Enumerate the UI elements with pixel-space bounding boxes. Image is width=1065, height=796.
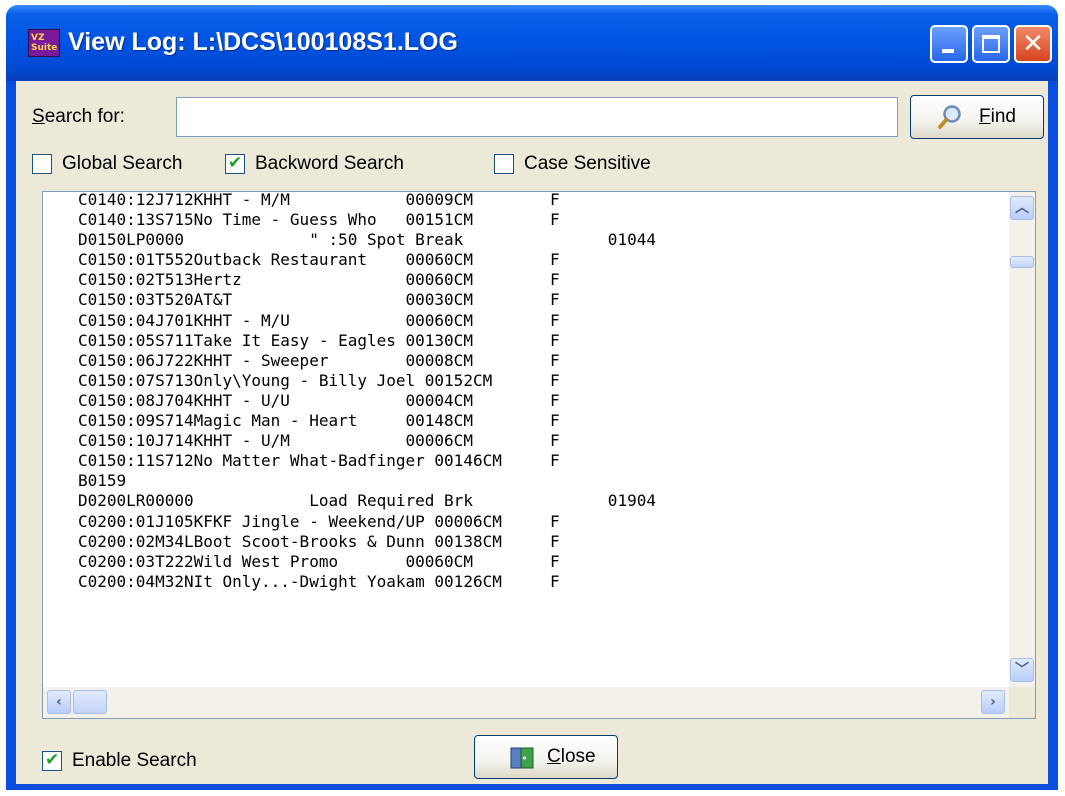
log-line: D0150LP0000 " :50 Spot Break 01044: [78, 230, 656, 250]
log-line: C0150:10J714KHHT - U/M 00006CM F: [78, 431, 560, 451]
log-line: C0150:06J722KHHT - Sweeper 00008CM F: [78, 350, 560, 370]
close-icon: ✕: [1022, 29, 1044, 59]
enable-search-checkbox[interactable]: ✔: [42, 750, 62, 771]
log-line: C0200:01J105KFKF Jingle - Weekend/UP 000…: [78, 511, 560, 531]
log-line: C0150:01T552Outback Restaurant 00060CM F: [78, 250, 560, 270]
minimize-icon: [942, 49, 954, 53]
scroll-right-button[interactable]: ›: [981, 690, 1005, 714]
log-line: C0150:09S714Magic Man - Heart 00148CM F: [78, 411, 560, 431]
log-line: C0200:02M34LBoot Scoot-Brooks & Dunn 001…: [78, 531, 560, 551]
chevron-right-icon: ›: [990, 694, 996, 710]
dialog-body: Search for: Find Global Search ✔ Backwor…: [16, 81, 1048, 784]
find-button-label: Find: [979, 106, 1016, 127]
horizontal-scrollbar[interactable]: ‹ ›: [43, 687, 1009, 718]
window-title: View Log: L:\DCS\100108S1.LOG: [68, 28, 458, 56]
log-line: C0200:03T222Wild West Promo 00060CM F: [78, 551, 560, 571]
log-line: C0150:04J701KHHT - M/U 00060CM F: [78, 310, 560, 330]
backword-search-label: Backword Search: [255, 153, 404, 174]
search-for-label: Search for:: [32, 106, 125, 127]
maximize-icon: [982, 35, 1000, 53]
enable-search-label: Enable Search: [72, 750, 197, 771]
title-bar[interactable]: VZ Suite View Log: L:\DCS\100108S1.LOG ✕: [6, 5, 1058, 81]
log-line: C0150:08J704KHHT - U/U 00004CM F: [78, 390, 560, 410]
checkmark-icon: ✔: [228, 153, 243, 173]
chevron-left-icon: ‹: [56, 694, 62, 710]
log-line: C0150:02T513Hertz 00060CM F: [78, 270, 560, 290]
horizontal-scroll-thumb[interactable]: [73, 690, 107, 714]
door-exit-icon: [510, 747, 534, 769]
global-search-checkbox[interactable]: [32, 154, 52, 174]
log-line: C0150:03T520AT&T 00030CM F: [78, 290, 560, 310]
maximize-button[interactable]: [972, 25, 1010, 63]
log-line: C0150:11S712No Matter What-Badfinger 001…: [78, 451, 560, 471]
minimize-button[interactable]: [930, 25, 968, 63]
log-line: D0200LR00000 Load Required Brk 01904: [78, 491, 656, 511]
log-line: C0150:05S711Take It Easy - Eagles 00130C…: [78, 330, 560, 350]
checkmark-icon: ✔: [45, 750, 60, 770]
log-lines: C0140:12J712KHHT - M/M 00009CM F C0140:13…: [78, 191, 656, 592]
backword-search-checkbox[interactable]: ✔: [225, 153, 245, 174]
case-sensitive-checkbox[interactable]: [494, 154, 514, 174]
vertical-scrollbar[interactable]: ︿ ﹀: [1009, 192, 1035, 687]
scrollbar-corner: [1009, 687, 1035, 718]
log-line: C0140:13S715No Time - Guess Who 00151CM …: [78, 210, 560, 230]
view-log-window: VZ Suite View Log: L:\DCS\100108S1.LOG ✕ …: [6, 5, 1058, 790]
scroll-up-button[interactable]: ︿: [1010, 196, 1034, 220]
find-button[interactable]: Find: [910, 95, 1044, 139]
scroll-left-button[interactable]: ‹: [47, 690, 71, 714]
chevron-up-icon: ︿: [1015, 200, 1029, 216]
vertical-scroll-thumb[interactable]: [1010, 256, 1034, 268]
app-icon[interactable]: VZ Suite: [28, 29, 60, 57]
log-line: B0159: [78, 471, 127, 491]
scroll-down-button[interactable]: ﹀: [1010, 658, 1034, 682]
log-viewer[interactable]: C0140:12J712KHHT - M/M 00009CM F C0140:13…: [42, 191, 1036, 719]
search-input[interactable]: [176, 97, 898, 137]
case-sensitive-label: Case Sensitive: [524, 153, 651, 174]
close-button[interactable]: Close: [474, 735, 618, 779]
close-button-label: Close: [547, 746, 596, 767]
log-line: C0150:07S713Only\Young - Billy Joel 0015…: [78, 370, 560, 390]
chevron-down-icon: ﹀: [1015, 662, 1029, 678]
log-line: C0200:04M32NIt Only...-Dwight Yoakam 001…: [78, 571, 560, 591]
close-window-button[interactable]: ✕: [1014, 25, 1052, 63]
global-search-label: Global Search: [62, 153, 183, 174]
log-line: C0140:12J712KHHT - M/M 00009CM F: [78, 191, 560, 209]
magnifier-icon: [938, 105, 961, 129]
